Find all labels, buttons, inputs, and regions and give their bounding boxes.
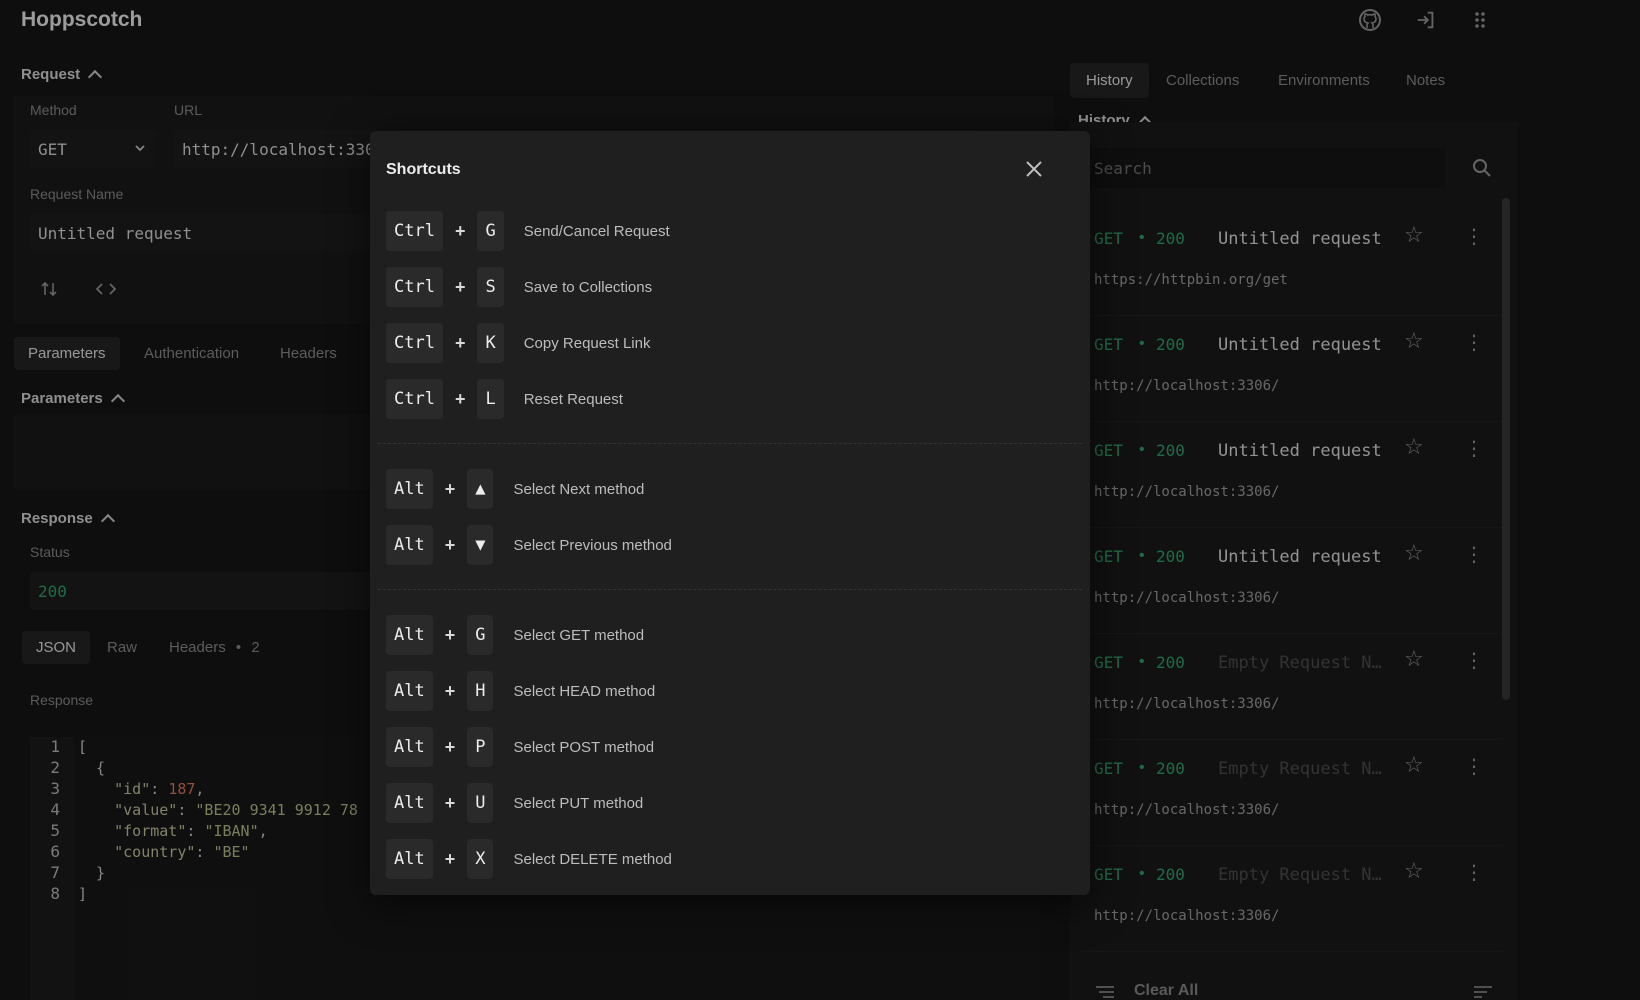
key-cap: Ctrl xyxy=(386,267,443,307)
shortcut-label: Select PUT method xyxy=(513,794,644,812)
shortcut-label: Select GET method xyxy=(513,626,645,644)
key-cap: P xyxy=(467,727,494,767)
key-cap: Alt xyxy=(386,727,433,767)
shortcut-label: Select Previous method xyxy=(513,536,672,554)
shortcut-row: Ctrl + G Send/Cancel Request xyxy=(386,211,670,251)
plus-sign: + xyxy=(444,624,456,645)
key-cap: H xyxy=(467,671,494,711)
key-cap: Alt xyxy=(386,615,433,655)
key-cap: Ctrl xyxy=(386,211,443,251)
shortcut-label: Save to Collections xyxy=(523,278,653,296)
plus-sign: + xyxy=(444,534,456,555)
key-cap: Alt xyxy=(386,671,433,711)
plus-sign: + xyxy=(444,680,456,701)
key-cap: Ctrl xyxy=(386,323,443,363)
key-cap: Alt xyxy=(386,469,433,509)
shortcut-row: Alt + U Select PUT method xyxy=(386,783,643,823)
shortcut-label: Send/Cancel Request xyxy=(523,222,670,240)
plus-sign: + xyxy=(444,478,456,499)
key-cap: Alt xyxy=(386,783,433,823)
key-cap: U xyxy=(467,783,494,823)
shortcut-label: Select DELETE method xyxy=(513,850,672,868)
shortcut-row: Alt + ▲ Select Next method xyxy=(386,469,644,509)
shortcut-row: Alt + X Select DELETE method xyxy=(386,839,672,879)
plus-sign: + xyxy=(444,848,456,869)
shortcut-row: Ctrl + S Save to Collections xyxy=(386,267,652,307)
key-cap: Ctrl xyxy=(386,379,443,419)
shortcut-row: Alt + G Select GET method xyxy=(386,615,644,655)
shortcut-label: Select POST method xyxy=(513,738,655,756)
shortcut-label: Select HEAD method xyxy=(513,682,656,700)
key-cap: ▼ xyxy=(467,525,494,565)
shortcut-row: Ctrl + K Copy Request Link xyxy=(386,323,650,363)
divider xyxy=(378,589,1082,590)
shortcut-row: Alt + H Select HEAD method xyxy=(386,671,655,711)
divider xyxy=(378,443,1082,444)
shortcut-row: Alt + ▼ Select Previous method xyxy=(386,525,672,565)
close-icon[interactable] xyxy=(1020,155,1048,183)
key-cap: ▲ xyxy=(467,469,494,509)
key-cap: G xyxy=(477,211,504,251)
plus-sign: + xyxy=(454,332,466,353)
plus-sign: + xyxy=(454,276,466,297)
key-cap: S xyxy=(477,267,504,307)
shortcut-row: Alt + P Select POST method xyxy=(386,727,654,767)
shortcut-label: Reset Request xyxy=(523,390,623,408)
plus-sign: + xyxy=(454,388,466,409)
modal-title: Shortcuts xyxy=(386,161,461,178)
plus-sign: + xyxy=(444,736,456,757)
plus-sign: + xyxy=(454,220,466,241)
key-cap: L xyxy=(477,379,504,419)
key-cap: Alt xyxy=(386,839,433,879)
shortcuts-modal: Shortcuts Ctrl + G Send/Cancel Request C… xyxy=(370,131,1090,895)
shortcut-row: Ctrl + L Reset Request xyxy=(386,379,623,419)
plus-sign: + xyxy=(444,792,456,813)
shortcut-label: Select Next method xyxy=(513,480,645,498)
key-cap: G xyxy=(467,615,494,655)
key-cap: X xyxy=(467,839,494,879)
key-cap: K xyxy=(477,323,504,363)
shortcut-label: Copy Request Link xyxy=(523,334,651,352)
key-cap: Alt xyxy=(386,525,433,565)
